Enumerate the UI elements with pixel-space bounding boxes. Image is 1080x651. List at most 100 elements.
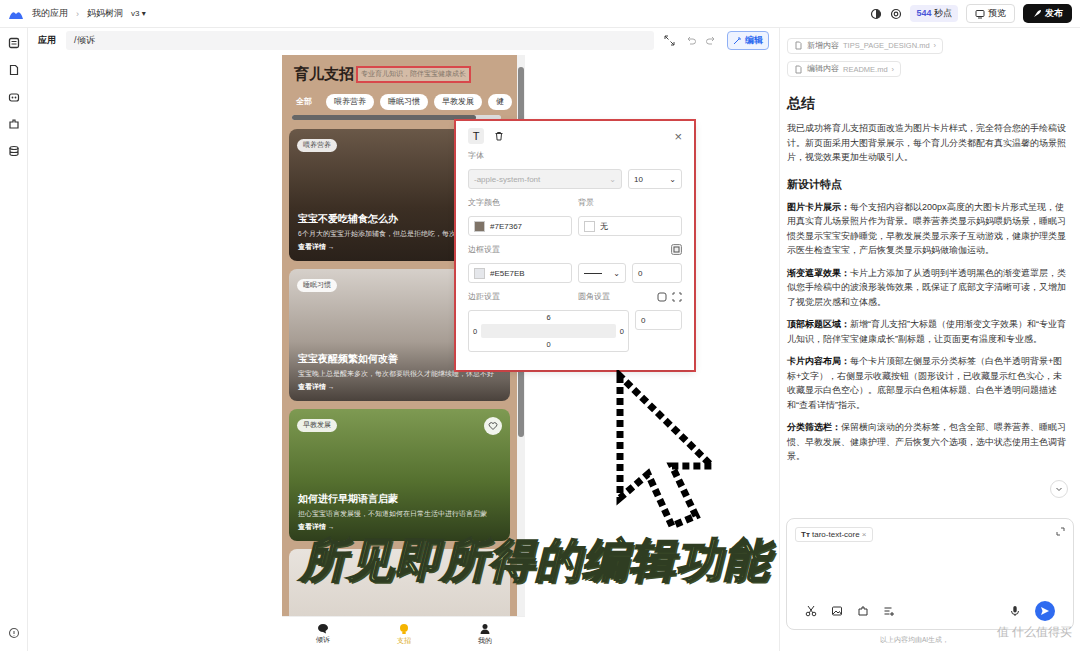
radius-label: 圆角设置 bbox=[578, 291, 610, 302]
preview-icon bbox=[975, 9, 985, 19]
message-area: 新增内容TIPS_PAGE_DESIGN.md › 编辑内容README.md … bbox=[780, 28, 1080, 512]
category-chip[interactable]: 早教发展 bbox=[434, 94, 482, 110]
border-all-icon[interactable] bbox=[671, 244, 682, 255]
database-icon[interactable] bbox=[8, 145, 20, 157]
border-width-input[interactable]: 0 bbox=[632, 263, 682, 283]
font-label: 字体 bbox=[468, 150, 682, 161]
undo-icon[interactable] bbox=[685, 35, 696, 46]
expand-icon[interactable] bbox=[664, 35, 675, 46]
file-change-chip[interactable]: 编辑内容README.md › bbox=[787, 61, 901, 77]
edit-button[interactable]: 编辑 bbox=[727, 31, 769, 50]
nav-item[interactable]: 我的 bbox=[478, 623, 492, 646]
route-field[interactable]: /倾诉 bbox=[66, 31, 654, 50]
send-button[interactable] bbox=[1035, 601, 1055, 621]
expand-input-icon[interactable] bbox=[1056, 527, 1065, 536]
send-icon bbox=[1040, 606, 1050, 616]
chat-icon bbox=[317, 623, 329, 634]
summary-paragraph: 我已成功将育儿支招页面改造为图片卡片样式，完全符合您的手绘稿设计。新页面采用大图… bbox=[787, 121, 1071, 165]
breadcrumb-item[interactable]: 妈妈树洞 bbox=[87, 7, 123, 20]
pages-icon[interactable] bbox=[8, 37, 20, 49]
left-rail bbox=[0, 28, 28, 651]
magic-icon bbox=[733, 36, 742, 45]
background-label: 背景 bbox=[578, 197, 682, 208]
border-color-input[interactable]: #E5E7EB bbox=[468, 263, 572, 283]
file-icon bbox=[794, 65, 803, 74]
list-icon[interactable] bbox=[883, 605, 895, 617]
theme-icon[interactable] bbox=[870, 8, 882, 20]
video-caption: 所见即所得的编辑功能 bbox=[300, 530, 770, 592]
preview-button[interactable]: 预览 bbox=[966, 4, 1015, 23]
background-input[interactable]: 无 bbox=[578, 216, 682, 236]
card-tag: 喂养营养 bbox=[297, 139, 337, 152]
logo-icon[interactable] bbox=[8, 8, 24, 20]
document-icon[interactable] bbox=[8, 64, 20, 76]
style-editor-panel: T × 字体 -apple-system-font⌄ 10⌄ 文字颜色 背景 #… bbox=[454, 119, 696, 372]
file-icon bbox=[794, 41, 803, 50]
feature-paragraph: 顶部标题区域：新增“育儿支招”大标题（使用渐变文字效果）和“专业育儿知识，陪伴宝… bbox=[787, 317, 1071, 346]
radius-each-icon[interactable] bbox=[672, 292, 682, 302]
help-icon[interactable] bbox=[8, 627, 20, 639]
bulb-icon bbox=[398, 623, 410, 635]
app-tab[interactable]: 应用 bbox=[38, 34, 56, 47]
radius-all-icon[interactable] bbox=[657, 292, 667, 302]
tip-card[interactable]: 早教发展 如何进行早期语言启蒙 担心宝宝语言发展慢，不知道如何在日常生活中进行语… bbox=[289, 409, 510, 541]
text-color-input[interactable]: #7E7367 bbox=[468, 216, 572, 236]
version-select[interactable]: v3 ▾ bbox=[131, 9, 146, 18]
settings-icon[interactable] bbox=[890, 8, 902, 20]
font-size-select[interactable]: 10⌄ bbox=[628, 169, 682, 189]
scroll-down-button[interactable] bbox=[1050, 480, 1068, 498]
robot-icon[interactable] bbox=[8, 91, 20, 103]
category-chip[interactable]: 健 bbox=[488, 94, 512, 110]
border-style-select[interactable]: ⌄ bbox=[578, 263, 626, 283]
breadcrumb-item[interactable]: 我的应用 bbox=[32, 7, 68, 20]
top-bar: 我的应用 › 妈妈树洞 v3 ▾ 544 秒点 预览 发布 bbox=[0, 0, 1080, 28]
card-link[interactable]: 查看详情 → bbox=[298, 523, 501, 532]
text-style-tab[interactable]: T bbox=[468, 128, 484, 144]
features-heading: 新设计特点 bbox=[787, 177, 1071, 192]
card-tag: 睡眠习惯 bbox=[297, 279, 337, 292]
bottom-nav: 倾诉 支招 我的 bbox=[282, 616, 525, 651]
category-chip[interactable]: 睡眠习惯 bbox=[380, 94, 428, 110]
card-title: 如何进行早期语言启蒙 bbox=[298, 492, 501, 506]
favorite-button[interactable] bbox=[484, 417, 502, 435]
image-icon[interactable] bbox=[831, 605, 843, 617]
cursor-arrow-icon bbox=[612, 370, 762, 535]
user-icon bbox=[479, 623, 491, 635]
radius-input[interactable]: 0 bbox=[635, 310, 682, 330]
category-chip[interactable]: 喂养营养 bbox=[326, 94, 374, 110]
remove-chip-button[interactable]: × bbox=[862, 530, 867, 539]
watermark: 值 什么值得买 bbox=[997, 624, 1072, 641]
summary-heading: 总结 bbox=[787, 95, 1071, 113]
redo-icon[interactable] bbox=[706, 35, 717, 46]
close-button[interactable]: × bbox=[674, 129, 682, 144]
feature-paragraph: 渐变遮罩效果：卡片上方添加了从透明到半透明黑色的渐变遮罩层，类似您手绘稿中的波浪… bbox=[787, 266, 1071, 310]
nav-item[interactable]: 支招 bbox=[397, 623, 411, 646]
chevron-down-icon bbox=[1055, 485, 1063, 493]
card-link[interactable]: 查看详情 → bbox=[298, 383, 501, 392]
nav-item[interactable]: 倾诉 bbox=[316, 623, 330, 645]
border-label: 边框设置 bbox=[468, 244, 500, 255]
breadcrumb-separator-icon: › bbox=[76, 9, 79, 19]
file-change-chip[interactable]: 新增内容TIPS_PAGE_DESIGN.md › bbox=[787, 38, 943, 54]
padding-label: 边距设置 bbox=[468, 291, 572, 302]
context-chip[interactable]: Tт taro-text-core × bbox=[795, 527, 873, 542]
card-description: 担心宝宝语言发展慢，不知道如何在日常生活中进行语言启蒙 bbox=[298, 509, 501, 518]
plugin-icon[interactable] bbox=[8, 118, 20, 130]
publish-button[interactable]: 发布 bbox=[1023, 4, 1072, 23]
scissors-icon[interactable] bbox=[805, 605, 817, 617]
chat-input[interactable]: Tт taro-text-core × bbox=[786, 518, 1074, 630]
app-window: 我的应用 › 妈妈树洞 v3 ▾ 544 秒点 预览 发布 应用 /倾诉 编辑 … bbox=[0, 0, 1080, 651]
delete-icon[interactable] bbox=[494, 131, 504, 141]
feature-paragraph: 图片卡片展示：每个支招内容都以200px高度的大图卡片形式呈现，使用真实育儿场景… bbox=[787, 200, 1071, 258]
text-color-label: 文字颜色 bbox=[468, 197, 572, 208]
font-select[interactable]: -apple-system-font⌄ bbox=[468, 169, 622, 189]
page-title[interactable]: 育儿支招 bbox=[294, 65, 354, 84]
category-chip[interactable]: 全部 bbox=[296, 94, 320, 110]
heart-icon bbox=[488, 421, 498, 431]
page-subtitle[interactable]: 专业育儿知识，陪伴宝宝健康成长 bbox=[358, 68, 469, 81]
plugin-icon[interactable] bbox=[857, 605, 869, 617]
microphone-icon[interactable] bbox=[1009, 605, 1021, 617]
chat-panel: 新增内容TIPS_PAGE_DESIGN.md › 编辑内容README.md … bbox=[780, 28, 1080, 651]
padding-box[interactable]: 6 00 0 bbox=[468, 310, 629, 352]
rocket-icon bbox=[1032, 9, 1042, 19]
